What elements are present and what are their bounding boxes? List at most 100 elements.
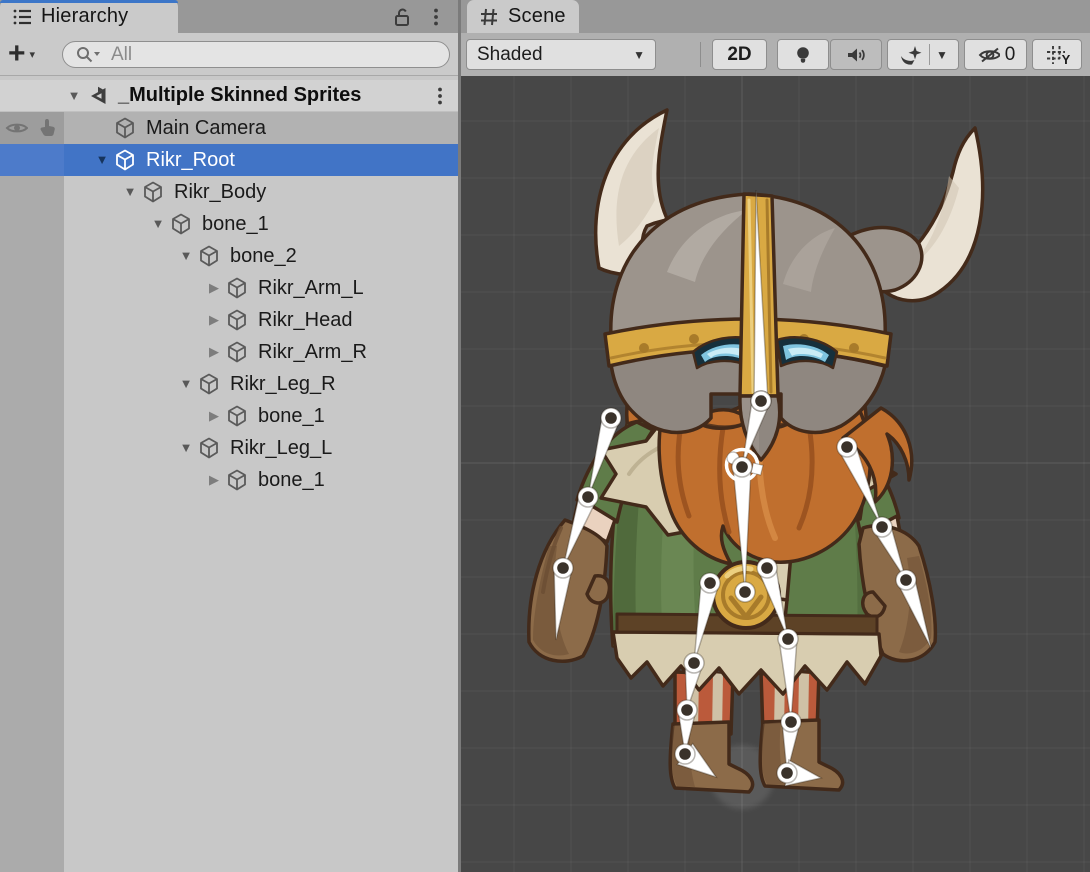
scene-visibility-button[interactable]: 0: [964, 39, 1027, 70]
expander-closed-icon[interactable]: ▶: [204, 336, 224, 368]
bone-joint[interactable]: [675, 744, 695, 764]
hierarchy-row-rikr-arm-r[interactable]: ▶Rikr_Arm_R: [0, 336, 458, 368]
row-label: Rikr_Head: [250, 309, 352, 332]
hierarchy-row-rikr-arm-l[interactable]: ▶ Rikr_Arm_L: [0, 272, 458, 304]
kebab-menu-icon[interactable]: [424, 5, 448, 29]
bone-joint[interactable]: [781, 712, 801, 732]
hierarchy-row-rikr-leg-r[interactable]: ▼ Rikr_Leg_R: [0, 368, 458, 400]
hierarchy-row-scene-header[interactable]: ▼ _Multiple Skinned Sprites: [0, 80, 458, 112]
expander-open-icon[interactable]: ▼: [176, 432, 196, 464]
audio-icon: [844, 43, 868, 67]
row-label: _Multiple Skinned Sprites: [110, 84, 361, 107]
hierarchy-toolbar: + ▾: [0, 33, 458, 76]
bone-joint[interactable]: [732, 457, 752, 477]
expander-open-icon[interactable]: ▼: [176, 240, 196, 272]
row-visibility-gutter[interactable]: [0, 400, 64, 432]
cube-icon: [140, 179, 166, 205]
hierarchy-row-bone-1[interactable]: ▼ bone_1: [0, 208, 458, 240]
expander-closed-icon[interactable]: ▶: [204, 272, 224, 304]
hierarchy-row-main-camera[interactable]: Main Camera: [0, 112, 458, 144]
row-label: bone_2: [222, 245, 297, 268]
bone-joint[interactable]: [896, 570, 916, 590]
row-visibility-gutter[interactable]: [0, 208, 64, 240]
row-visibility-gutter[interactable]: [0, 240, 64, 272]
bone-joint[interactable]: [578, 487, 598, 507]
indent-spacer: [64, 352, 204, 353]
bone-joint[interactable]: [777, 763, 797, 783]
lighting-toggle-button[interactable]: [777, 39, 829, 70]
effects-dropdown-button[interactable]: ▼: [887, 39, 959, 70]
row-visibility-gutter[interactable]: [0, 144, 64, 176]
expander-open-icon[interactable]: ▼: [176, 368, 196, 400]
unlock-icon[interactable]: [390, 5, 414, 29]
indent-spacer: [64, 256, 176, 257]
expander-open-icon[interactable]: ▼: [64, 80, 84, 112]
row-label: Rikr_Arm_L: [250, 277, 364, 300]
hierarchy-search-field[interactable]: [62, 41, 450, 68]
row-visibility-gutter[interactable]: [0, 176, 64, 208]
tab-scene[interactable]: Scene: [467, 0, 579, 33]
expander-closed-icon[interactable]: ▶: [204, 464, 224, 496]
grid-axis-label: Y: [1062, 52, 1071, 67]
draw-mode-dropdown[interactable]: Shaded ▼: [466, 39, 656, 70]
expander-open-icon[interactable]: ▼: [148, 208, 168, 240]
grid-settings-button[interactable]: Y: [1032, 39, 1082, 70]
toolbar-separator: [700, 42, 701, 67]
bone-joint[interactable]: [684, 653, 704, 673]
hierarchy-row-rikr-leg-l[interactable]: ▼Rikr_Leg_L: [0, 432, 458, 464]
row-visibility-gutter[interactable]: [0, 272, 64, 304]
effects-icon: [898, 43, 922, 67]
row-label: bone_1: [194, 213, 269, 236]
audio-toggle-button[interactable]: [830, 39, 882, 70]
expander-open-icon[interactable]: ▼: [120, 176, 140, 208]
indent-spacer: [64, 160, 92, 161]
bone-joint[interactable]: [778, 629, 798, 649]
cube-icon: [196, 243, 222, 269]
tab-hierarchy[interactable]: Hierarchy: [0, 0, 178, 33]
expander-closed-icon[interactable]: ▶: [204, 304, 224, 336]
hierarchy-row-rikr-body[interactable]: ▼ Rikr_Body: [0, 176, 458, 208]
bone-joint[interactable]: [757, 558, 777, 578]
row-visibility-gutter[interactable]: [0, 464, 64, 496]
bone-joint[interactable]: [837, 437, 857, 457]
row-visibility-gutter[interactable]: [0, 432, 64, 464]
indent-spacer: [64, 320, 204, 321]
indent-spacer: [64, 128, 92, 129]
tab-scene-label: Scene: [508, 5, 566, 28]
hierarchy-row-bone-2[interactable]: ▼ bone_2: [0, 240, 458, 272]
scene-toolbar: Shaded ▼ 2D ▼ 0: [461, 33, 1090, 76]
2d-toggle-button[interactable]: 2D: [712, 39, 767, 70]
search-icon[interactable]: [73, 43, 103, 67]
bone-joint[interactable]: [553, 558, 573, 578]
unity-scene-icon: [84, 83, 110, 109]
indent-spacer: [64, 224, 148, 225]
hierarchy-row-bone-1[interactable]: ▶bone_1: [0, 464, 458, 496]
cube-icon: [224, 403, 250, 429]
hierarchy-row-rikr-head[interactable]: ▶ Rikr_Head: [0, 304, 458, 336]
pick-icon[interactable]: [36, 116, 60, 140]
hierarchy-row-bone-1[interactable]: ▶bone_1: [0, 400, 458, 432]
row-visibility-gutter[interactable]: [0, 336, 64, 368]
eye-icon[interactable]: [4, 116, 28, 140]
scene-viewport[interactable]: [461, 76, 1090, 872]
hidden-count: 0: [1005, 44, 1016, 66]
create-object-button[interactable]: + ▾: [8, 39, 52, 69]
bone-joint[interactable]: [735, 582, 755, 602]
expander-open-icon[interactable]: ▼: [92, 144, 112, 176]
scene-grid-icon: [477, 5, 501, 29]
bone-joint[interactable]: [872, 517, 892, 537]
hierarchy-row-rikr-root[interactable]: ▼Rikr_Root: [0, 144, 458, 176]
bone-joint[interactable]: [677, 700, 697, 720]
kebab-menu-icon[interactable]: [428, 84, 446, 108]
search-input[interactable]: [109, 43, 439, 67]
row-visibility-gutter[interactable]: [0, 112, 64, 144]
bone-joint[interactable]: [751, 391, 771, 411]
row-label: Rikr_Leg_R: [222, 373, 336, 396]
cube-icon: [112, 115, 138, 141]
bone-joint[interactable]: [700, 573, 720, 593]
expander-closed-icon[interactable]: ▶: [204, 400, 224, 432]
row-label: Rikr_Body: [166, 181, 266, 204]
row-visibility-gutter[interactable]: [0, 368, 64, 400]
bone-joint[interactable]: [601, 408, 621, 428]
row-visibility-gutter[interactable]: [0, 304, 64, 336]
